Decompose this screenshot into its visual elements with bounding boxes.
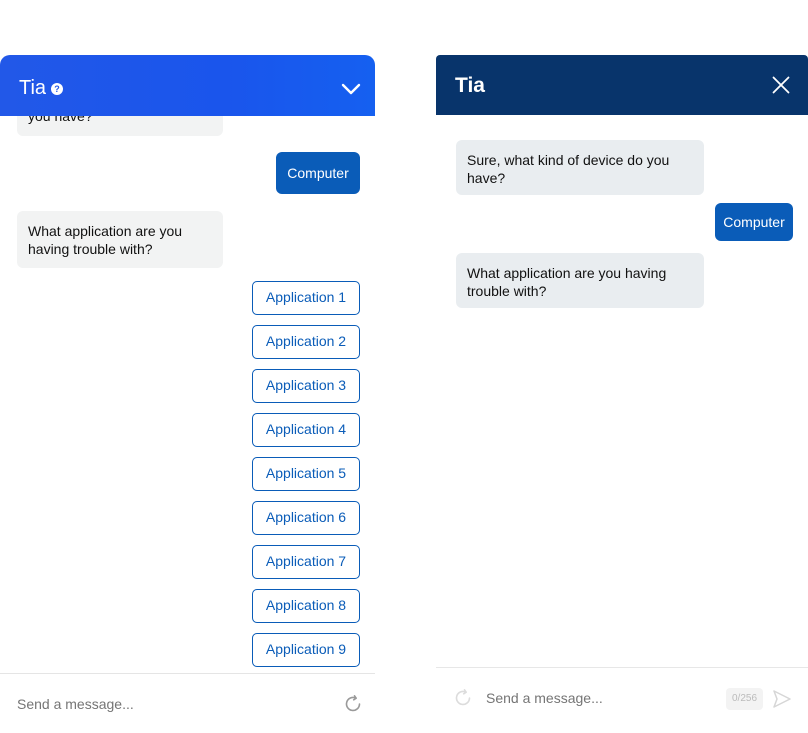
chat-footer: 0/256 — [436, 667, 808, 733]
message-input[interactable] — [17, 696, 317, 712]
refresh-icon[interactable] — [343, 694, 363, 714]
chat-widget-left: you have? Tia ? Computer What applicatio… — [0, 55, 375, 733]
user-reply: Computer — [276, 152, 360, 194]
chat-widget-right: Tia Sure, what kind of device do you hav… — [436, 55, 808, 733]
option-application-1[interactable]: Application 1 — [252, 281, 360, 315]
bot-message: What application are you having trouble … — [456, 253, 704, 308]
option-application-4[interactable]: Application 4 — [252, 413, 360, 447]
chat-header: Tia — [436, 55, 808, 115]
chat-title: Tia — [455, 74, 485, 97]
refresh-icon[interactable] — [453, 688, 473, 708]
option-application-7[interactable]: Application 7 — [252, 545, 360, 579]
bot-message: What application are you having trouble … — [17, 211, 223, 268]
user-reply: Computer — [715, 203, 793, 241]
chat-title: Tia — [19, 77, 47, 99]
char-counter: 0/256 — [726, 688, 763, 710]
option-application-9[interactable]: Application 9 — [252, 633, 360, 667]
chevron-down-icon[interactable] — [341, 82, 361, 96]
option-application-8[interactable]: Application 8 — [252, 589, 360, 623]
chat-footer — [0, 673, 375, 733]
option-application-3[interactable]: Application 3 — [252, 369, 360, 403]
chat-header: Tia ? — [0, 55, 375, 116]
message-input[interactable] — [486, 690, 716, 706]
send-icon[interactable] — [772, 689, 792, 709]
option-application-6[interactable]: Application 6 — [252, 501, 360, 535]
bot-message: Sure, what kind of device do you have? — [456, 140, 704, 195]
option-application-5[interactable]: Application 5 — [252, 457, 360, 491]
question-circle-icon[interactable]: ? — [51, 83, 63, 95]
close-icon[interactable] — [772, 76, 790, 94]
option-application-2[interactable]: Application 2 — [252, 325, 360, 359]
